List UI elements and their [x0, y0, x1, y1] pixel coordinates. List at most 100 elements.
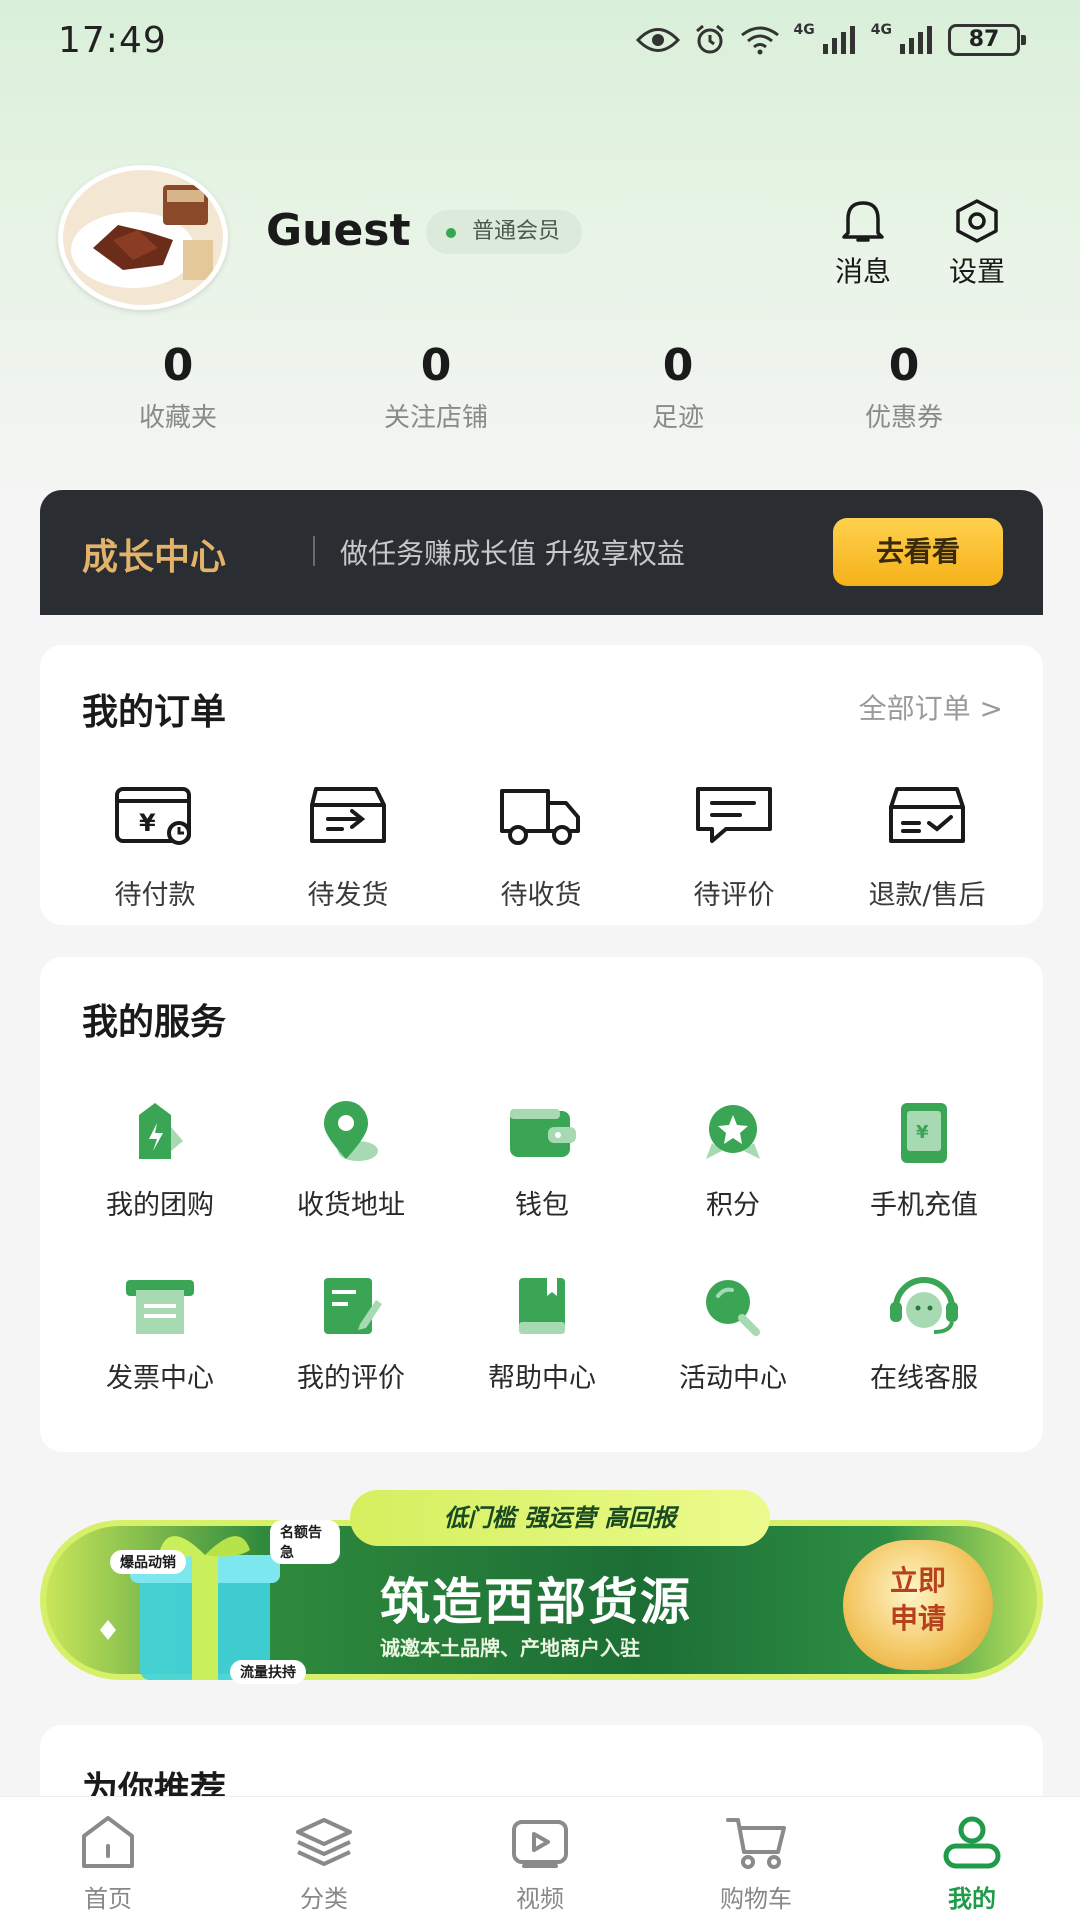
service-label: 帮助中心 — [488, 1363, 596, 1394]
alarm-icon — [695, 24, 724, 54]
order-label: 待评价 — [693, 880, 775, 911]
merchant-recruit-banner[interactable]: 低门槛 强运营 高回报 爆品动销 名额告急 流量扶持 筑造西部货源 诚邀本土品牌… — [40, 1490, 1043, 1690]
services-card: 我的服务 我的团购 收货地址 钱包 积分 ¥ 手机充值 发票中心 我的评价 帮助… — [40, 957, 1043, 1452]
network-label-1: 4G — [793, 22, 815, 38]
nav-label: 首页 — [84, 1885, 132, 1913]
all-orders-link[interactable]: 全部订单 > — [859, 687, 1003, 727]
service-invoice[interactable]: 发票中心 — [65, 1270, 255, 1395]
messages-label: 消息 — [834, 255, 891, 288]
member-level-badge[interactable]: 普通会员 — [426, 210, 583, 254]
stat-favorites[interactable]: 0 收藏夹 — [88, 340, 268, 434]
order-pending-shipment[interactable]: 待发货 — [253, 775, 443, 912]
order-label: 待付款 — [114, 880, 196, 911]
nav-home[interactable]: 首页 — [38, 1811, 178, 1914]
svg-text:¥: ¥ — [139, 809, 156, 837]
order-label: 待发货 — [307, 880, 389, 911]
order-refund[interactable]: 退款/售后 — [832, 775, 1022, 912]
location-pin-icon — [324, 1101, 378, 1161]
settings-hexagon-icon — [956, 199, 998, 243]
promo-apply-button[interactable]: 立即 申请 — [843, 1540, 993, 1670]
pending-shipment-icon — [310, 787, 386, 843]
stat-coupons[interactable]: 0 优惠券 — [814, 340, 994, 434]
growth-center-banner[interactable]: 成长中心 做任务赚成长值 升级享权益 去看看 — [40, 490, 1043, 615]
nav-label: 我的 — [948, 1885, 996, 1913]
group-buy-tag-icon — [139, 1103, 183, 1159]
avatar[interactable] — [58, 165, 228, 310]
delivery-truck-icon — [500, 789, 580, 845]
promo-ribbon-text: 低门槛 强运营 高回报 — [350, 1490, 770, 1546]
service-label: 我的团购 — [106, 1190, 214, 1221]
messages-button[interactable]: 消息 — [818, 196, 908, 290]
order-label: 待收货 — [500, 880, 582, 911]
signal-icon-2 — [900, 26, 932, 54]
nav-profile[interactable]: 我的 — [902, 1811, 1042, 1914]
points-star-icon — [706, 1105, 760, 1159]
promo-headline: 筑造西部货源 — [380, 1573, 692, 1631]
promo-tag-traffic: 流量扶持 — [230, 1660, 306, 1684]
stat-value: 0 — [162, 340, 194, 391]
nav-video[interactable]: 视频 — [470, 1811, 610, 1914]
growth-description: 做任务赚成长值 升级享权益 — [340, 537, 685, 570]
cart-icon — [726, 1818, 786, 1869]
service-label: 我的评价 — [297, 1363, 405, 1394]
order-pending-receipt[interactable]: 待收货 — [446, 775, 636, 912]
nav-cart[interactable]: 购物车 — [686, 1811, 826, 1914]
service-label: 手机充值 — [870, 1190, 978, 1221]
activity-search-icon — [706, 1280, 760, 1336]
service-activity-center[interactable]: 活动中心 — [638, 1270, 828, 1395]
stat-followed-shops[interactable]: 0 关注店铺 — [346, 340, 526, 434]
review-message-icon — [696, 787, 772, 843]
phone-recharge-icon: ¥ — [901, 1103, 947, 1163]
stat-label: 足迹 — [651, 403, 704, 433]
growth-title: 成长中心 — [82, 537, 227, 578]
orders-card: 我的订单 全部订单 > ¥ 待付款 待发货 待收货 待评价 退款/售后 — [40, 645, 1043, 925]
bell-icon — [842, 201, 884, 242]
orders-title: 我的订单 — [82, 692, 227, 733]
bottom-navigation: 首页 分类 视频 购物车 我的 — [0, 1796, 1080, 1920]
promo-tag-hot: 爆品动销 — [110, 1550, 186, 1574]
service-label: 在线客服 — [870, 1363, 978, 1394]
status-icons: 4G 4G 87 — [635, 22, 1026, 56]
status-time: 17:49 — [58, 20, 167, 61]
layers-icon — [296, 1818, 352, 1866]
service-label: 钱包 — [515, 1190, 569, 1221]
order-pending-payment[interactable]: ¥ 待付款 — [60, 775, 250, 912]
service-points[interactable]: 积分 — [638, 1097, 828, 1222]
service-phone-recharge[interactable]: ¥ 手机充值 — [829, 1097, 1019, 1222]
service-group-buy[interactable]: 我的团购 — [65, 1097, 255, 1222]
service-wallet[interactable]: 钱包 — [447, 1097, 637, 1222]
stat-value: 0 — [420, 340, 452, 391]
pending-payment-icon: ¥ — [115, 787, 191, 845]
stat-value: 0 — [662, 340, 694, 391]
settings-label: 设置 — [948, 255, 1005, 288]
wifi-icon — [740, 26, 779, 55]
username[interactable]: Guest — [266, 205, 411, 256]
nav-label: 购物车 — [720, 1885, 792, 1913]
battery-indicator: 87 — [948, 24, 1026, 56]
service-help-center[interactable]: 帮助中心 — [447, 1270, 637, 1395]
my-review-icon — [324, 1278, 382, 1334]
growth-divider — [313, 536, 315, 566]
avatar-food-image — [63, 170, 223, 305]
promo-subline: 诚邀本土品牌、产地商户入驻 — [380, 1636, 640, 1660]
settings-button[interactable]: 设置 — [932, 196, 1022, 290]
wallet-icon — [510, 1109, 576, 1157]
order-pending-review[interactable]: 待评价 — [639, 775, 829, 912]
service-label: 发票中心 — [106, 1363, 214, 1394]
headset-icon — [890, 1277, 958, 1334]
stat-label: 关注店铺 — [383, 403, 488, 433]
network-label-2: 4G — [870, 22, 892, 38]
service-online-support[interactable]: 在线客服 — [829, 1270, 1019, 1395]
nav-category[interactable]: 分类 — [254, 1811, 394, 1914]
growth-go-button[interactable]: 去看看 — [833, 518, 1003, 586]
stat-label: 优惠券 — [864, 403, 943, 433]
nav-label: 视频 — [516, 1885, 564, 1913]
help-book-icon — [519, 1278, 565, 1334]
service-my-reviews[interactable]: 我的评价 — [256, 1270, 446, 1395]
home-icon — [82, 1816, 134, 1868]
refund-box-icon — [889, 787, 965, 843]
nav-label: 分类 — [300, 1885, 348, 1913]
service-address[interactable]: 收货地址 — [256, 1097, 446, 1222]
stat-label: 收藏夹 — [138, 403, 217, 433]
stat-footprints[interactable]: 0 足迹 — [588, 340, 768, 434]
